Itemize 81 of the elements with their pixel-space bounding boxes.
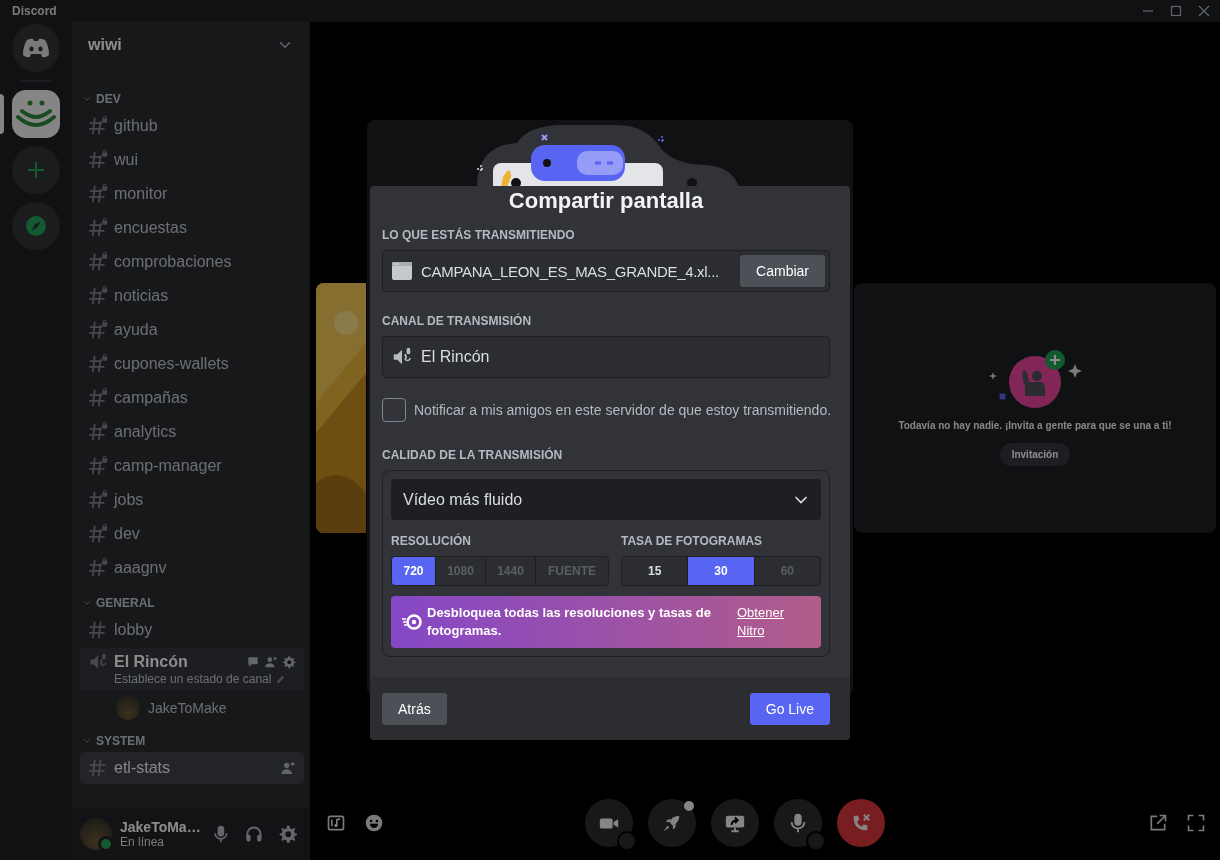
maximize-icon[interactable] [1170,5,1182,17]
option-button[interactable]: 720 [392,557,436,585]
promo-text: Desbloquea todas las resoluciones y tasas de fotogramas. [427,604,712,640]
nitro-icon [401,613,423,631]
hang-up-button[interactable] [837,799,885,847]
option-button[interactable]: 30 [688,557,755,585]
chevron-down-icon [82,598,92,608]
channel-status: Establece un estado de canal [114,672,272,686]
channel-item[interactable]: aaagnv [80,552,304,584]
soundboard-icon[interactable] [326,813,346,833]
emoji-icon[interactable] [364,813,384,833]
avatar[interactable] [80,818,112,850]
chevron-down-icon [82,94,92,104]
channel-item[interactable]: jobs [80,484,304,516]
settings-icon[interactable] [278,824,298,844]
home-button[interactable] [12,24,60,72]
section-label: LO QUE ESTÁS TRANSMITIENDO [382,228,576,242]
get-nitro-link[interactable]: Obtener Nitro [737,604,797,640]
go-live-button[interactable]: Go Live [749,692,830,725]
channel-name: El Rincón [421,348,490,366]
channel-item[interactable]: analytics [80,416,304,448]
channel-item[interactable]: monitor [80,178,304,210]
settings-icon[interactable] [282,655,296,669]
channel-item[interactable]: ayuda [80,314,304,346]
channel-item[interactable]: dev [80,518,304,550]
dialog-title: Compartir pantalla [507,188,705,214]
channel-item[interactable]: cupones-wallets [80,348,304,380]
channel-name: El Rincón [114,653,189,671]
online-status-icon [98,836,114,852]
pencil-icon[interactable] [275,673,287,685]
member-name[interactable]: JakeToMake [148,700,227,716]
notification-dot [684,801,694,811]
share-screen-button[interactable] [711,799,759,847]
explore-button[interactable] [12,202,60,250]
checkbox-label: Notificar a mis amigos en este servidor de que estoy transmitiendo. [414,402,832,418]
controller-logo-icon [22,38,50,58]
change-button[interactable]: Cambiar [740,255,825,287]
microphone-button[interactable] [774,799,822,847]
chevron-down-icon [82,736,92,746]
voice-channel-item[interactable]: El Rincón Establece un estado de canal [80,648,304,690]
channel-item[interactable]: lobby [80,614,304,646]
channel-item[interactable]: camp-manager [80,450,304,482]
chat-icon[interactable] [246,655,260,669]
channel-item[interactable]: comprobaciones [80,246,304,278]
channel-item[interactable]: noticias [80,280,304,312]
channel-item[interactable]: wui [80,144,304,176]
section-label: RESOLUCIÓN [391,534,472,548]
source-name: CAMPANA_LEON_ES_MAS_GRANDE_4.xl... [421,262,720,280]
activity-button[interactable] [648,799,696,847]
server-icon[interactable] [12,90,60,138]
user-status: En línea [120,835,166,849]
section-label: CALIDAD DE LA TRANSMISIÓN [382,448,564,462]
quality-dropdown[interactable]: Vídeo más fluido [391,479,821,520]
channel-item[interactable]: etl-stats [80,752,304,784]
add-member-icon[interactable] [264,655,278,669]
compass-icon [25,215,47,237]
category-label[interactable]: GENERAL [96,596,155,610]
invite-button[interactable]: Invitación [999,443,1071,466]
plus-icon [27,161,45,179]
category-label[interactable]: SYSTEM [96,734,146,748]
user-name: JakeToMa… [120,819,201,835]
checkbox[interactable] [382,398,406,422]
pop-out-icon[interactable] [1148,813,1168,833]
close-icon[interactable] [1198,5,1210,17]
camera-button[interactable] [585,799,633,847]
back-button[interactable]: Atrás [382,692,447,725]
fullscreen-icon[interactable] [1186,813,1206,833]
add-member-icon[interactable] [280,760,296,776]
avatar [116,696,140,720]
server-name: wiwi [88,36,122,54]
add-server-button[interactable] [12,146,60,194]
section-label: CANAL DE TRANSMISIÓN [382,314,533,328]
section-label: TASA DE FOTOGRAMAS [621,534,764,548]
window-icon [391,261,413,281]
channel-item[interactable]: encuestas [80,212,304,244]
server-header[interactable]: wiwi [72,22,310,68]
empty-stage-message: Todavía no hay nadie. ¡Invita a gente para que se una a ti! [898,420,1172,431]
channel-item[interactable]: campañas [80,382,304,414]
window-title: Discord [12,4,57,18]
channel-item[interactable]: github [80,110,304,142]
category-label[interactable]: DEV [96,92,121,106]
